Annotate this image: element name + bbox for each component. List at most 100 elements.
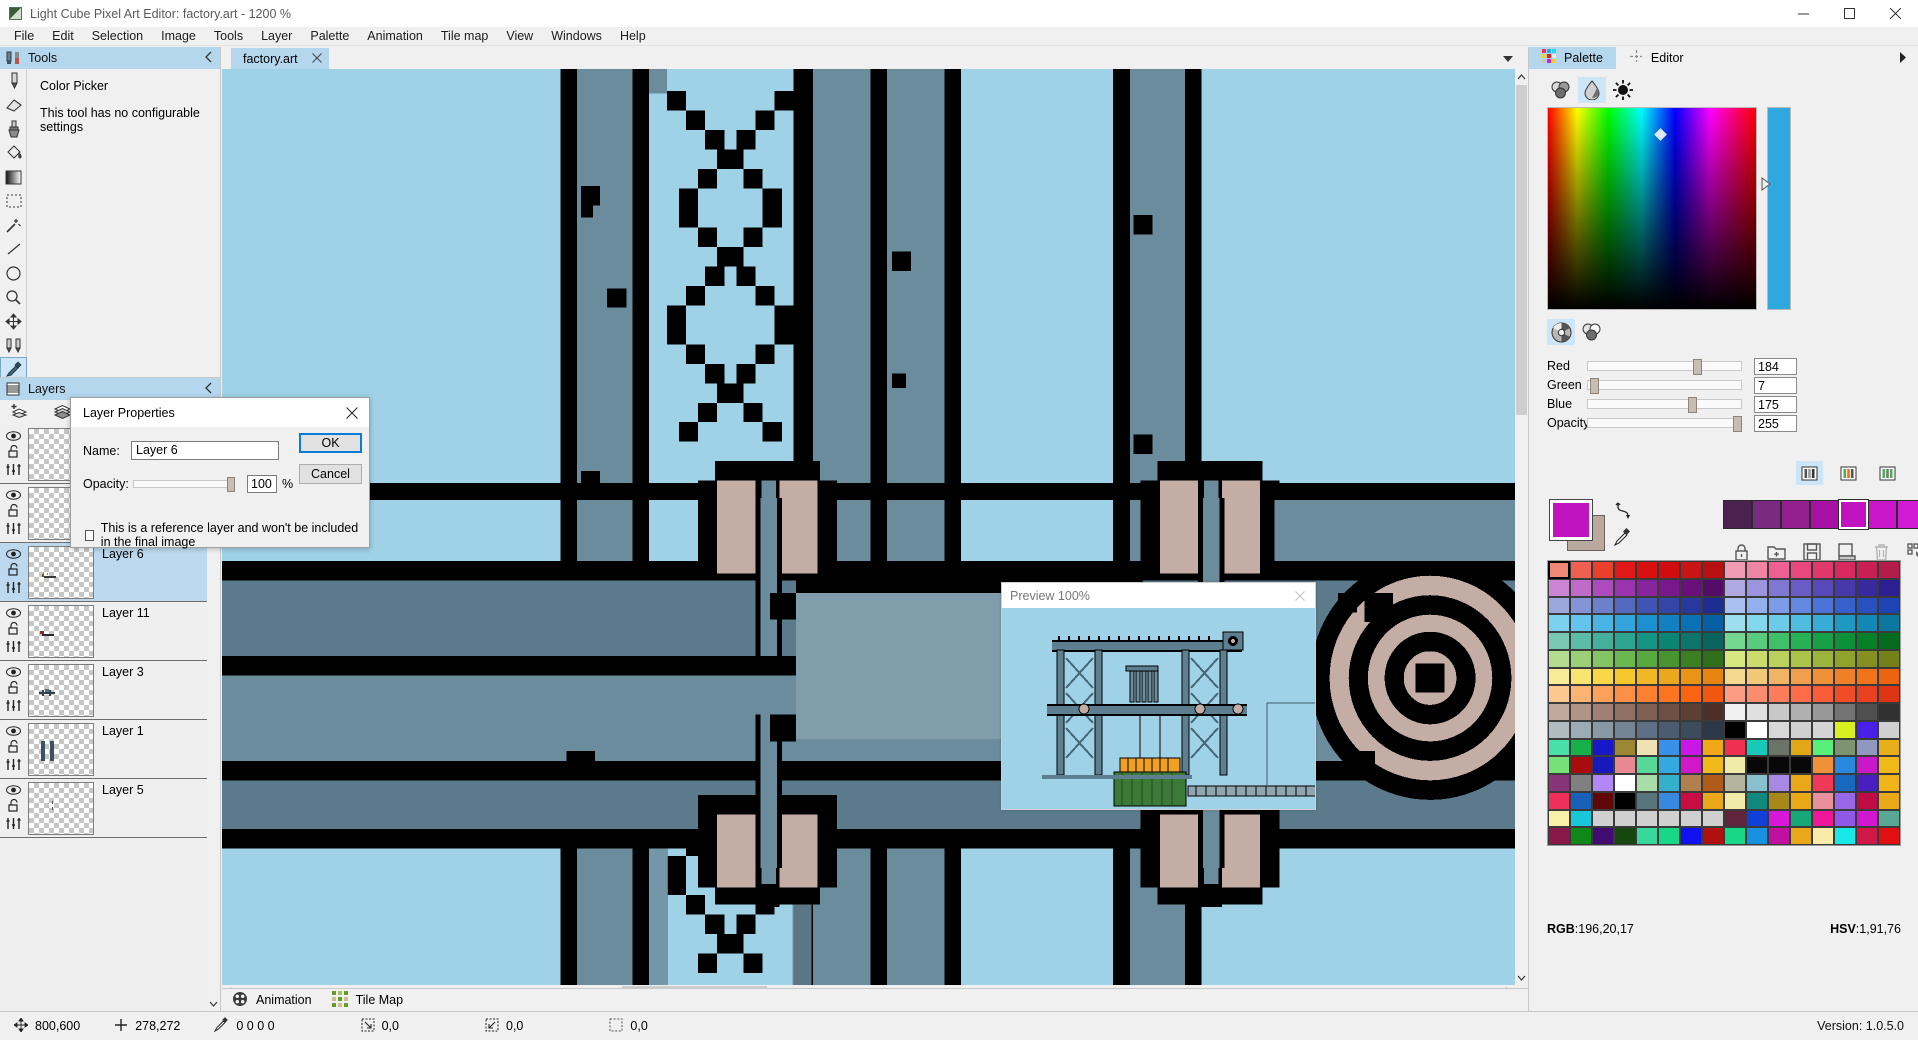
palette-color-cell[interactable]	[1724, 810, 1746, 828]
palette-color-cell[interactable]	[1856, 561, 1878, 579]
palette-color-cell[interactable]	[1658, 756, 1680, 774]
palette-color-cell[interactable]	[1812, 703, 1834, 721]
palette-color-cell[interactable]	[1570, 632, 1592, 650]
palette-color-cell[interactable]	[1548, 810, 1570, 828]
recent-color-swatch[interactable]	[1810, 500, 1839, 529]
opacity-input[interactable]: 100	[247, 475, 277, 493]
palette-color-cell[interactable]	[1592, 668, 1614, 686]
palette-color-cell[interactable]	[1658, 614, 1680, 632]
palette-color-cell[interactable]	[1856, 774, 1878, 792]
palette-color-cell[interactable]	[1636, 632, 1658, 650]
slider-knob[interactable]	[1733, 416, 1742, 432]
palette-color-cell[interactable]	[1856, 668, 1878, 686]
lock-icon[interactable]	[8, 799, 19, 815]
palette-color-cell[interactable]	[1878, 561, 1900, 579]
palette-color-cell[interactable]	[1548, 579, 1570, 597]
cancel-button[interactable]: Cancel	[299, 464, 362, 484]
palette-color-cell[interactable]	[1614, 756, 1636, 774]
palette-color-cell[interactable]	[1680, 739, 1702, 757]
palette-color-cell[interactable]	[1856, 827, 1878, 845]
layer-row[interactable]: Layer 1	[0, 720, 220, 779]
palette-color-cell[interactable]	[1834, 739, 1856, 757]
palette-color-cell[interactable]	[1790, 561, 1812, 579]
palette-color-cell[interactable]	[1812, 597, 1834, 615]
palette-color-cell[interactable]	[1592, 756, 1614, 774]
palette-color-cell[interactable]	[1768, 774, 1790, 792]
canvas-vscrollbar[interactable]	[1515, 69, 1528, 985]
palette-color-cell[interactable]	[1636, 561, 1658, 579]
channel-opacity-value[interactable]: 255	[1754, 415, 1797, 432]
palette-color-cell[interactable]	[1702, 739, 1724, 757]
mix-colors-icon[interactable]	[1547, 77, 1575, 103]
palette-color-cell[interactable]	[1790, 668, 1812, 686]
menu-item-palette[interactable]: Palette	[301, 27, 358, 45]
palette-color-cell[interactable]	[1878, 756, 1900, 774]
palette-color-cell-selected[interactable]	[1548, 561, 1570, 579]
palette-color-cell[interactable]	[1746, 774, 1768, 792]
palette-color-cell[interactable]	[1592, 827, 1614, 845]
menu-item-help[interactable]: Help	[611, 27, 655, 45]
palette-color-cell[interactable]	[1768, 597, 1790, 615]
palette-color-cell[interactable]	[1790, 703, 1812, 721]
palette-color-cell[interactable]	[1570, 756, 1592, 774]
palette-color-cell[interactable]	[1878, 739, 1900, 757]
palette-color-cell[interactable]	[1702, 668, 1724, 686]
palette-color-cell[interactable]	[1790, 827, 1812, 845]
palette-color-cell[interactable]	[1812, 668, 1834, 686]
palette-color-cell[interactable]	[1812, 756, 1834, 774]
palette-color-cell[interactable]	[1746, 827, 1768, 845]
palette-color-cell[interactable]	[1724, 774, 1746, 792]
maximize-icon[interactable]	[1826, 0, 1872, 27]
palette-color-cell[interactable]	[1856, 685, 1878, 703]
palette-color-cell[interactable]	[1768, 703, 1790, 721]
palette-color-cell[interactable]	[1658, 561, 1680, 579]
lock-icon[interactable]	[8, 622, 19, 638]
palette-color-cell[interactable]	[1614, 810, 1636, 828]
lock-icon[interactable]	[8, 740, 19, 756]
palette-color-cell[interactable]	[1658, 685, 1680, 703]
palette-color-cell[interactable]	[1680, 810, 1702, 828]
palette-color-cell[interactable]	[1636, 721, 1658, 739]
palette-color-cell[interactable]	[1658, 739, 1680, 757]
layer-settings-icon[interactable]	[6, 522, 21, 538]
palette-color-cell[interactable]	[1768, 810, 1790, 828]
palette-color-cell[interactable]	[1878, 668, 1900, 686]
palette-color-cell[interactable]	[1878, 721, 1900, 739]
palette-color-cell[interactable]	[1680, 774, 1702, 792]
move-tool[interactable]	[0, 309, 27, 333]
palette-color-cell[interactable]	[1680, 685, 1702, 703]
layer-settings-icon[interactable]	[6, 817, 21, 833]
menu-item-edit[interactable]: Edit	[43, 27, 83, 45]
layer-row-selected[interactable]: Layer 6	[0, 543, 220, 602]
palette-color-cell[interactable]	[1878, 774, 1900, 792]
palette-color-cell[interactable]	[1834, 579, 1856, 597]
recent-color-swatch-selected[interactable]	[1839, 500, 1868, 529]
palette-color-cell[interactable]	[1768, 668, 1790, 686]
palette-color-cell[interactable]	[1548, 827, 1570, 845]
palette-color-cell[interactable]	[1812, 810, 1834, 828]
palette-color-cell[interactable]	[1548, 668, 1570, 686]
tab-overflow-icon[interactable]	[1502, 53, 1514, 67]
palette-color-cell[interactable]	[1746, 703, 1768, 721]
palette-color-cell[interactable]	[1548, 792, 1570, 810]
palette-color-cell[interactable]	[1834, 597, 1856, 615]
palette-color-cell[interactable]	[1856, 632, 1878, 650]
palette-color-cell[interactable]	[1790, 685, 1812, 703]
layer-settings-icon[interactable]	[6, 581, 21, 597]
channel-blue-value[interactable]: 175	[1754, 396, 1797, 413]
palette-color-cell[interactable]	[1614, 721, 1636, 739]
palette-color-cell[interactable]	[1658, 597, 1680, 615]
palette-color-cell[interactable]	[1834, 827, 1856, 845]
opacity-slider[interactable]	[133, 480, 233, 488]
palette-color-cell[interactable]	[1724, 650, 1746, 668]
palette-color-cell[interactable]	[1614, 703, 1636, 721]
palette-color-cell[interactable]	[1548, 597, 1570, 615]
palette-color-cell[interactable]	[1636, 739, 1658, 757]
scroll-down-icon[interactable]	[207, 997, 220, 1011]
palette-color-cell[interactable]	[1790, 614, 1812, 632]
palette-color-cell[interactable]	[1680, 614, 1702, 632]
palette-color-cell[interactable]	[1548, 703, 1570, 721]
brightness-icon[interactable]	[1609, 77, 1637, 103]
palette-color-cell[interactable]	[1768, 614, 1790, 632]
palette-color-cell[interactable]	[1680, 579, 1702, 597]
